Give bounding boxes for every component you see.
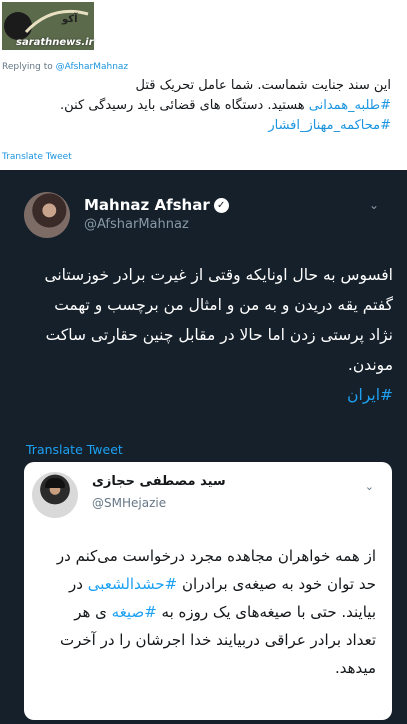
tweet-text: افسوس به حال اونایکه وقتی از غیرت برادر …	[28, 260, 393, 410]
embedded-tweet: Mahnaz Afshar ✓ @AfsharMahnaz ⌄ افسوس به …	[0, 170, 407, 724]
quoted-tweet[interactable]: سید مصطفی حجازی @SMHejazie ⌄ از همه خواه…	[24, 462, 392, 720]
quoted-author-handle[interactable]: @SMHejazie	[92, 496, 166, 510]
replying-to: Replying to @AfsharMahnaz	[2, 62, 128, 72]
quoted-tweet-text: از همه خواهران مجاهده مجرد درخواست می‌کن…	[40, 542, 376, 682]
hashtag-hashd[interactable]: #حشدالشعبی	[88, 575, 177, 593]
chevron-down-icon[interactable]: ⌄	[369, 198, 379, 212]
quoted-author-name[interactable]: سید مصطفی حجازی	[92, 474, 226, 489]
reply-text: این سند جنایت شماست. شما عامل تحریک قتل …	[51, 76, 391, 136]
author-name-text: Mahnaz Afshar	[84, 196, 210, 214]
logo-site-text: sarathnews.ir	[16, 37, 94, 48]
quoted-chevron-down-icon[interactable]: ⌄	[365, 480, 374, 493]
replying-handle-link[interactable]: @AfsharMahnaz	[56, 62, 129, 72]
tweet-card: Mahnaz Afshar ✓ @AfsharMahnaz ⌄ افسوس به …	[6, 174, 401, 724]
turban-shape	[45, 478, 65, 488]
reply-section: sarathnews.ir آکو Replying to @AfsharMah…	[0, 0, 407, 170]
translate-tweet-link-2[interactable]: Translate Tweet	[26, 442, 123, 457]
hashtag-mohakeme[interactable]: #محاکمه_مهناز_افشار	[268, 118, 391, 133]
reply-text-line3: کنن.	[60, 98, 85, 113]
hashtag-sigheh[interactable]: #صیغه	[112, 603, 157, 621]
quoted-avatar[interactable]	[32, 472, 78, 518]
reply-author-name: آکو	[62, 14, 78, 25]
tweet-body: افسوس به حال اونایکه وقتی از غیرت برادر …	[44, 266, 393, 374]
tweet-author-name[interactable]: Mahnaz Afshar ✓	[84, 196, 229, 214]
tweet-author-handle[interactable]: @AfsharMahnaz	[84, 217, 189, 232]
hashtag-talabe-hamedani[interactable]: #طلبه_همدانی	[309, 98, 391, 113]
site-logo: sarathnews.ir	[2, 2, 94, 50]
reply-text-line2: هستید. دستگاه های قضائی باید رسیدگی	[88, 98, 309, 113]
verified-icon: ✓	[213, 198, 229, 213]
avatar[interactable]	[24, 192, 70, 238]
translate-tweet-link[interactable]: Translate Tweet	[2, 152, 72, 162]
reply-text-line1: این سند جنایت شماست. شما عامل تحریک قتل	[135, 78, 391, 93]
hashtag-iran[interactable]: #ایران	[347, 386, 393, 404]
replying-prefix: Replying to	[2, 62, 56, 72]
